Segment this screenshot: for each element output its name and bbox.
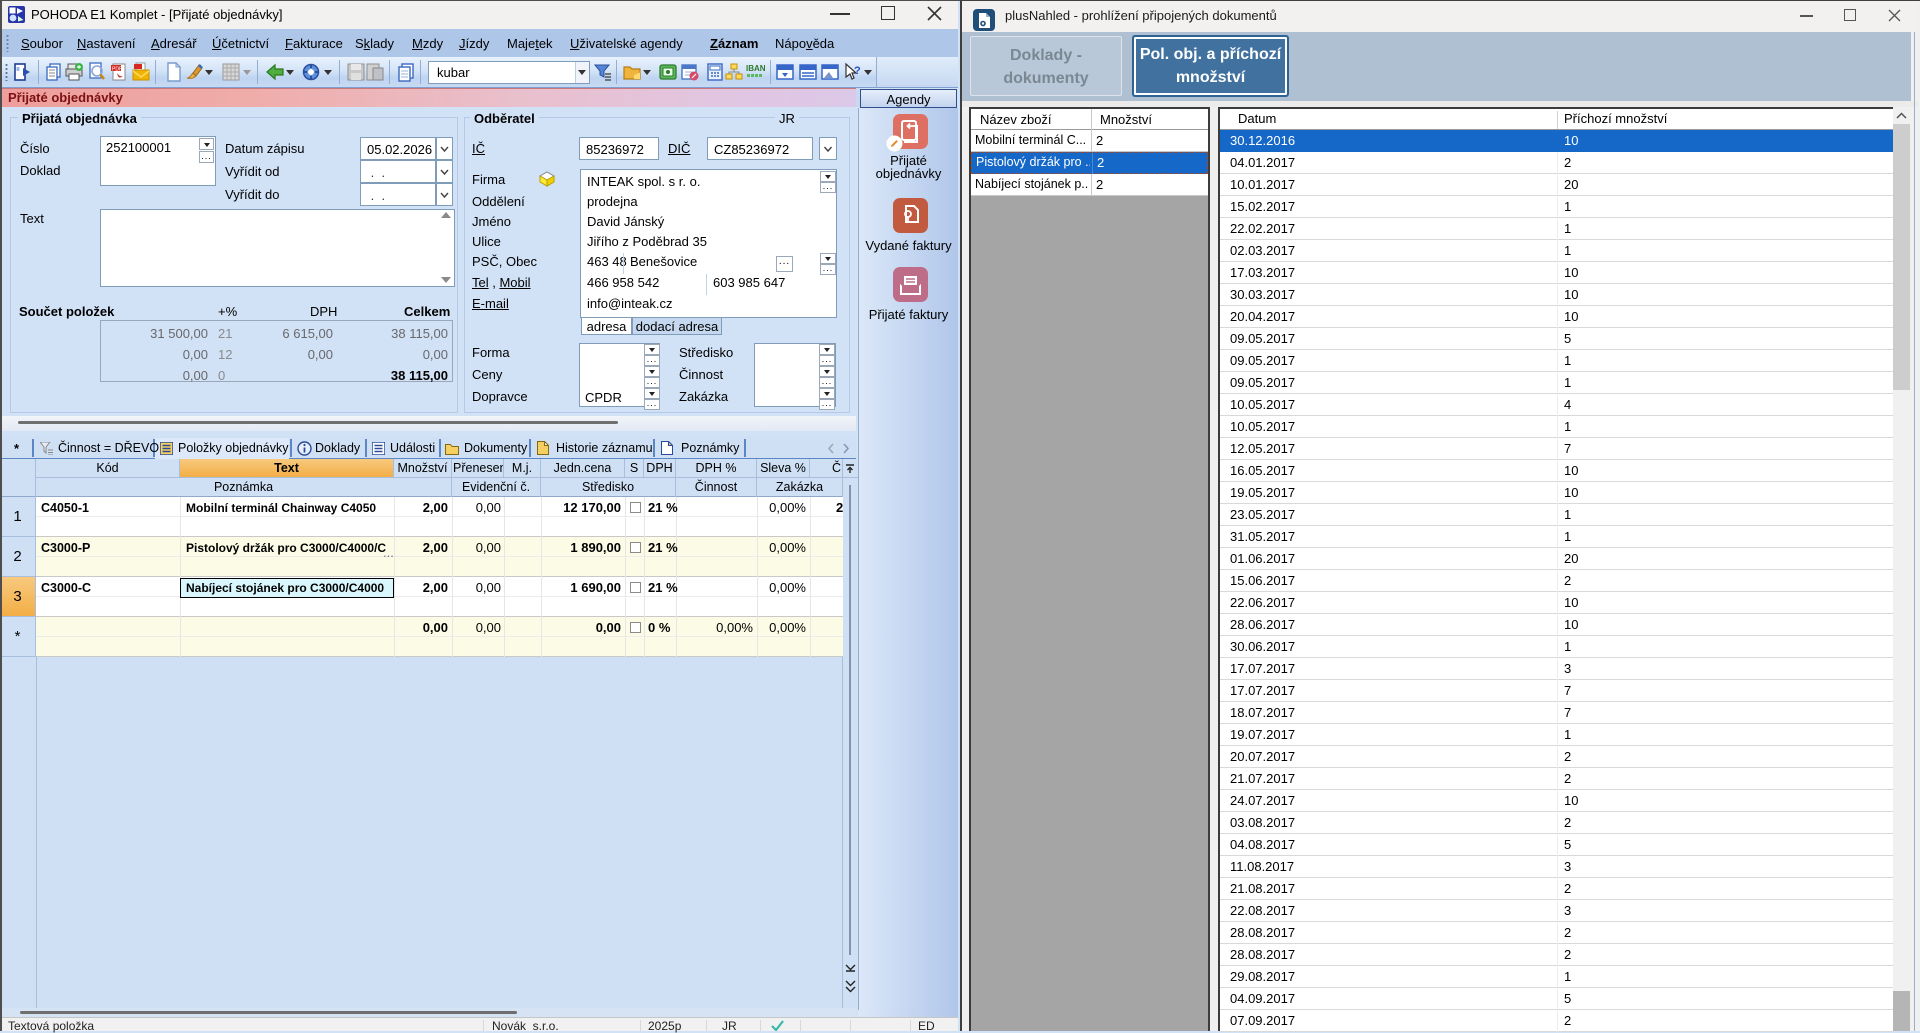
svg-text:?: ?	[854, 65, 861, 77]
svg-text:PDF: PDF	[112, 67, 122, 73]
svg-text:IBAN: IBAN	[746, 64, 765, 73]
